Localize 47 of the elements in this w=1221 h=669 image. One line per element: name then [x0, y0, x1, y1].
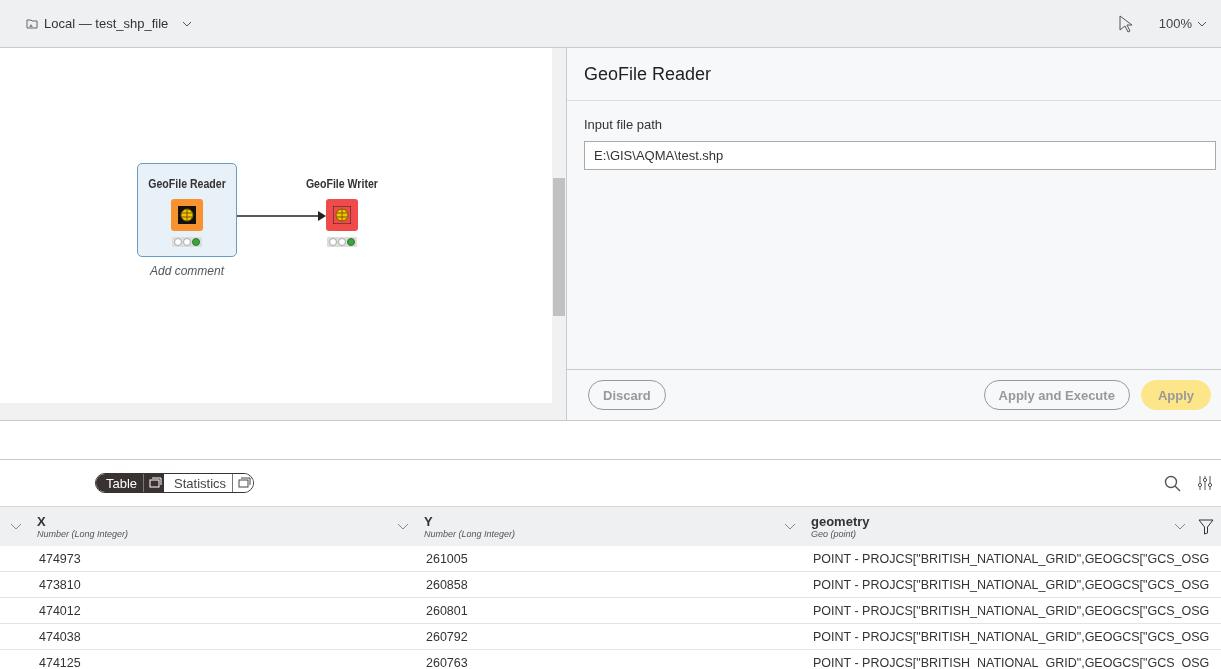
view-tab[interactable]: Table: [96, 474, 144, 492]
column-header[interactable]: geometry: [811, 514, 870, 529]
cursor-icon[interactable]: [1118, 14, 1133, 33]
open-window-icon[interactable]: [143, 474, 165, 492]
table-cell: POINT - PROJCS["BRITISH_NATIONAL_GRID",GEOGCS["GCS_OSG: [813, 629, 1210, 644]
column-type: Geo (point): [811, 529, 858, 539]
table-cell: 473810: [39, 577, 81, 592]
table-cell: 474973: [39, 551, 81, 566]
chevron-down-icon[interactable]: [10, 523, 22, 530]
filter-icon[interactable]: [1198, 518, 1214, 535]
chevron-down-icon[interactable]: [784, 523, 796, 530]
chevron-down-icon[interactable]: [1197, 20, 1207, 27]
column-type: Number (Long Integer): [424, 529, 516, 539]
table-cell: 260763: [426, 655, 468, 669]
table-cell: POINT - PROJCS["BRITISH_NATIONAL_GRID",GEOGCS["GCS_OSG: [813, 551, 1210, 566]
table-cell: POINT - PROJCS["BRITISH_NATIONAL_GRID",GEOGCS["GCS_OSG: [813, 577, 1210, 592]
search-icon[interactable]: [1164, 474, 1181, 492]
workflow-node[interactable]: GeoFile Writer: [292, 163, 392, 257]
table-cell: 260801: [426, 603, 468, 618]
chevron-down-icon[interactable]: [397, 523, 409, 530]
table-cell: POINT - PROJCS["BRITISH_NATIONAL_GRID",GEOGCS["GCS_OSG: [813, 603, 1210, 618]
table-cell: 260858: [426, 577, 468, 592]
dialog-title: GeoFile Reader: [584, 63, 712, 85]
field-label: Input file path: [584, 117, 664, 132]
node-name: GeoFile Writer: [306, 177, 378, 191]
table-cell: 474038: [39, 629, 81, 644]
chevron-down-icon[interactable]: [1174, 523, 1186, 530]
horizontal-scrollbar[interactable]: [0, 403, 566, 420]
node-name: GeoFile Reader: [148, 177, 226, 191]
table-cell: 261005: [426, 551, 468, 566]
vertical-scrollbar[interactable]: [552, 48, 566, 403]
workflow-title[interactable]: Local — test_shp_file: [44, 16, 169, 31]
table-cell: POINT - PROJCS["BRITISH_NATIONAL_GRID",GEOGCS["GCS_OSG: [813, 655, 1210, 669]
node-icon[interactable]: [326, 199, 358, 231]
table-cell: 474125: [39, 655, 81, 669]
zoom-dropdown[interactable]: 100%: [1158, 16, 1207, 31]
file-path-field[interactable]: E:\GIS\AQMA\test.shp: [584, 141, 1216, 170]
node-icon[interactable]: [171, 199, 203, 231]
column-type: Number (Long Integer): [37, 529, 129, 539]
column-header[interactable]: Y: [424, 514, 516, 529]
chevron-down-icon[interactable]: [182, 20, 193, 27]
column-header[interactable]: X: [37, 514, 129, 529]
table-cell: 474012: [39, 603, 81, 618]
add-comment-link[interactable]: Add comment: [149, 264, 224, 278]
table-cell: 260792: [426, 629, 468, 644]
folder-icon: [26, 18, 38, 29]
settings-sliders-icon[interactable]: [1197, 475, 1213, 491]
